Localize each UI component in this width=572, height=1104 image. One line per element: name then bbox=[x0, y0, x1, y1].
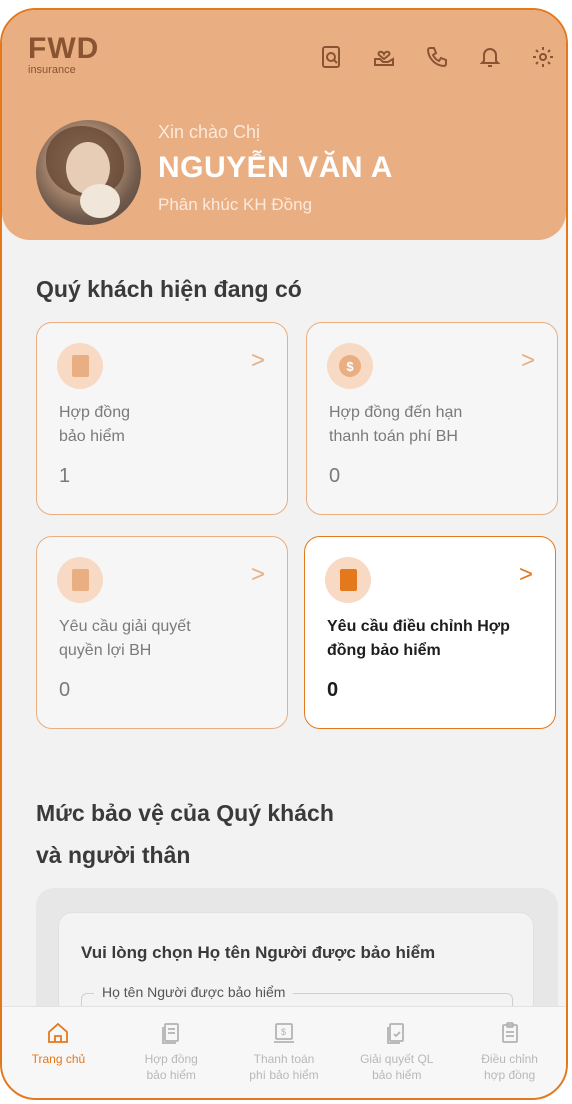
adjust-contract-icon bbox=[498, 1021, 522, 1045]
greeting-text: Xin chào Chị bbox=[158, 122, 261, 142]
summary-title: Quý khách hiện đang có bbox=[36, 276, 302, 302]
card-count: 0 bbox=[327, 679, 339, 701]
header: FWD insurance Xin chào Chị NGUYỄN VĂN A … bbox=[2, 10, 566, 240]
header-actions bbox=[318, 44, 556, 70]
phone-icon[interactable] bbox=[424, 44, 450, 70]
contract-icon bbox=[57, 343, 103, 389]
contracts-icon bbox=[159, 1021, 183, 1045]
chevron-right-icon: > bbox=[520, 347, 535, 374]
avatar[interactable] bbox=[36, 120, 141, 225]
brand-tagline: insurance bbox=[28, 64, 76, 76]
svg-text:$: $ bbox=[281, 1027, 286, 1037]
dollar-coin-icon: $ bbox=[327, 343, 373, 389]
hand-heart-icon[interactable] bbox=[371, 44, 397, 70]
nav-label: Hợp đồng bảo hiểm bbox=[144, 1052, 198, 1082]
nav-adjust-contract[interactable]: Điều chỉnh hợp đồng bbox=[453, 1007, 566, 1098]
chevron-right-icon: > bbox=[250, 347, 265, 374]
protection-title-line2: và người thân bbox=[36, 842, 191, 868]
protection-title: Mức bảo vệ của Quý khách và người thân bbox=[36, 796, 334, 872]
nav-label: Giải quyết QL bảo hiểm bbox=[360, 1052, 434, 1082]
card-label: Hợp đồng đến hạn thanh toán phí BH bbox=[329, 404, 463, 445]
insured-prompt: Vui lòng chọn Họ tên Người được bảo hiểm bbox=[81, 943, 436, 962]
chevron-right-icon: > bbox=[518, 561, 533, 588]
brand-name: FWD bbox=[28, 32, 100, 65]
customer-name: NGUYỄN VĂN A bbox=[158, 151, 393, 184]
bottom-nav: Trang chủ Hợp đồng bảo hiểm $ Thanh toán… bbox=[2, 1006, 566, 1098]
fwd-logo: FWD insurance bbox=[28, 34, 99, 76]
protection-title-line1: Mức bảo vệ của Quý khách bbox=[36, 800, 334, 826]
nav-label: Trang chủ bbox=[31, 1052, 86, 1066]
card-count: 0 bbox=[59, 679, 71, 701]
document-search-icon[interactable] bbox=[318, 44, 344, 70]
chevron-right-icon: > bbox=[250, 561, 265, 588]
nav-label: Điều chỉnh hợp đồng bbox=[481, 1052, 538, 1082]
greeting: Xin chào Chị NGUYỄN VĂN A Phân khúc KH Đ… bbox=[158, 122, 393, 215]
insured-name-field-label: Họ tên Người được bảo hiểm bbox=[94, 984, 294, 1000]
app-screen: FWD insurance Xin chào Chị NGUYỄN VĂN A … bbox=[0, 8, 568, 1100]
card-contract-adjustment[interactable]: > Yêu cầu điều chỉnh Hợp đồng bảo hiểm 0 bbox=[304, 536, 556, 729]
card-label: Hợp đồng bảo hiểm bbox=[59, 404, 130, 445]
home-icon bbox=[46, 1021, 70, 1045]
nav-label: Thanh toán phí bảo hiểm bbox=[249, 1052, 319, 1082]
nav-contracts[interactable]: Hợp đồng bảo hiểm bbox=[115, 1007, 228, 1098]
payment-icon: $ bbox=[272, 1021, 296, 1045]
nav-claims[interactable]: Giải quyết QL bảo hiểm bbox=[340, 1007, 453, 1098]
card-contracts[interactable]: > Hợp đồng bảo hiểm 1 bbox=[36, 322, 288, 515]
nav-payment[interactable]: $ Thanh toán phí bảo hiểm bbox=[228, 1007, 341, 1098]
card-claims[interactable]: > Yêu cầu giải quyết quyền lợi BH 0 bbox=[36, 536, 288, 729]
card-label: Yêu cầu điều chỉnh Hợp đồng bảo hiểm bbox=[327, 618, 510, 659]
card-count: 0 bbox=[329, 465, 341, 487]
customer-segment: Phân khúc KH Đồng bbox=[158, 195, 313, 214]
bell-icon[interactable] bbox=[477, 44, 503, 70]
claims-icon bbox=[385, 1021, 409, 1045]
card-due-payments[interactable]: $ > Hợp đồng đến hạn thanh toán phí BH 0 bbox=[306, 322, 558, 515]
card-label: Yêu cầu giải quyết quyền lợi BH bbox=[59, 618, 191, 659]
edit-doc-icon bbox=[325, 557, 371, 603]
claim-doc-icon bbox=[57, 557, 103, 603]
card-count: 1 bbox=[59, 465, 71, 487]
gear-icon[interactable] bbox=[530, 44, 556, 70]
nav-home[interactable]: Trang chủ bbox=[2, 1007, 115, 1098]
